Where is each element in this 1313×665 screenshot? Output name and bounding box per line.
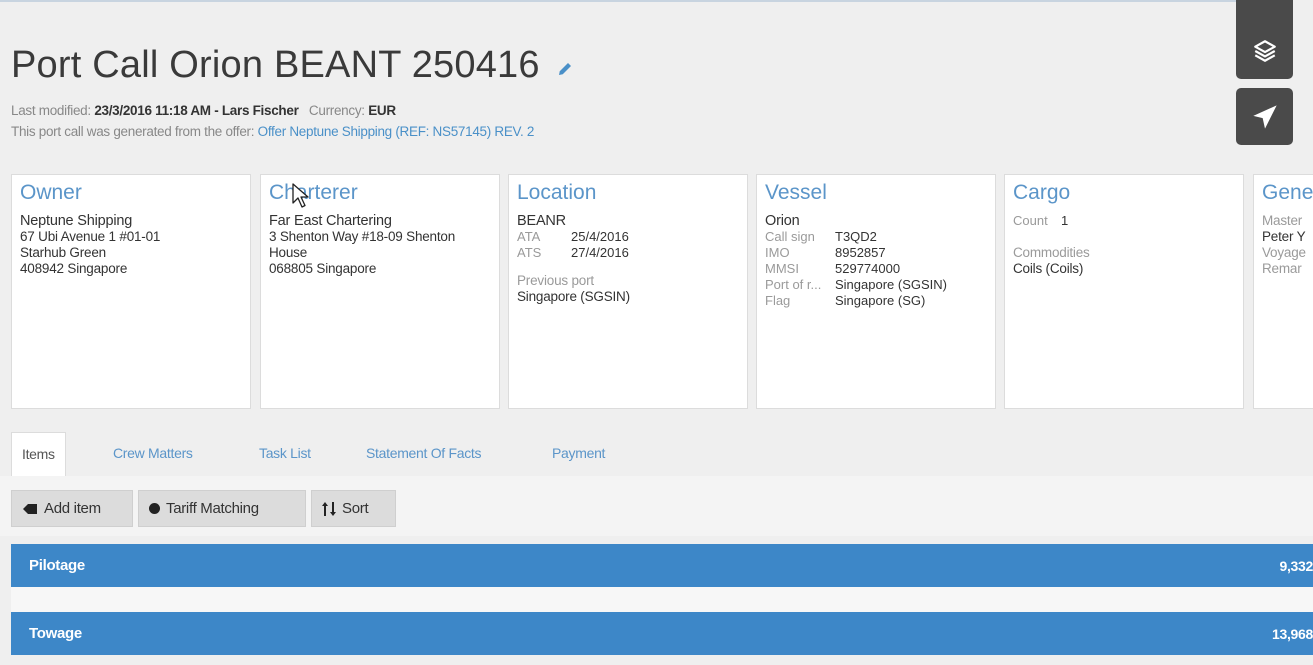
ats-row: ATS 27/4/2016 [517, 245, 739, 261]
offer-line: This port call was generated from the of… [11, 124, 534, 139]
row-separator [11, 587, 1313, 612]
layers-button[interactable] [1236, 22, 1293, 79]
charterer-name: Far East Chartering [269, 213, 392, 229]
currency-value: EUR [368, 103, 396, 118]
cursor-arrow-icon [292, 183, 310, 214]
callsign-label: Call sign [765, 229, 815, 244]
owner-name: Neptune Shipping [20, 213, 133, 229]
tab-bar: Items Crew Matters Task List Statement O… [11, 432, 1313, 477]
edit-pencil-icon[interactable] [556, 45, 574, 88]
tab-items[interactable]: Items [11, 432, 66, 477]
tab-payment[interactable]: Payment [542, 432, 615, 476]
vessel-title: Vessel [765, 181, 827, 204]
tag-icon [22, 502, 38, 516]
owner-address-3: 408942 Singapore [20, 261, 128, 276]
sort-label: Sort [342, 500, 369, 517]
circle-icon [149, 503, 160, 514]
mmsi-row: MMSI 529774000 [765, 261, 987, 277]
location-card[interactable]: Location BEANR ATA 25/4/2016 ATS 27/4/20… [508, 174, 748, 409]
charterer-address-3: 068805 Singapore [269, 261, 377, 276]
item-label: Towage [29, 625, 82, 642]
tab-statement-of-facts[interactable]: Statement Of Facts [356, 432, 491, 476]
cargo-title: Cargo [1013, 181, 1071, 204]
ata-value: 25/4/2016 [571, 229, 629, 244]
location-title: Location [517, 181, 597, 204]
commodities-value: Coils (Coils) [1013, 261, 1084, 276]
general-title: Gene [1262, 181, 1313, 204]
count-label: Count [1013, 213, 1048, 228]
flag-label: Flag [765, 293, 791, 308]
port-of-registry-label: Port of r... [765, 277, 822, 292]
count-value: 1 [1061, 213, 1069, 228]
callsign-row: Call sign T3QD2 [765, 229, 987, 245]
charterer-address-2: House [269, 245, 308, 260]
item-label: Pilotage [29, 557, 85, 574]
owner-title: Owner [20, 181, 82, 204]
general-card[interactable]: Gene Master Peter Y Voyage Remar [1253, 174, 1313, 409]
owner-address-2: Starhub Green [20, 245, 106, 260]
imo-value: 8952857 [835, 245, 886, 260]
modified-value: 23/3/2016 11:18 AM - Lars Fischer [94, 103, 299, 118]
remarks-label: Remar [1262, 261, 1302, 276]
ats-label: ATS [517, 245, 542, 260]
offer-text: This port call was generated from the of… [11, 124, 255, 139]
item-row-towage[interactable]: Towage 13,968 [11, 612, 1313, 655]
add-item-label: Add item [44, 500, 101, 517]
send-icon [1252, 104, 1277, 129]
port-of-registry-row: Port of r... Singapore (SGSIN) [765, 277, 987, 293]
charterer-address-1: 3 Shenton Way #18-09 Shenton [269, 229, 456, 244]
sort-button[interactable]: Sort [311, 490, 396, 527]
tab-task-list[interactable]: Task List [249, 432, 321, 476]
ata-label: ATA [517, 229, 541, 244]
master-value: Peter Y [1262, 229, 1306, 244]
item-amount: 13,968 [1271, 625, 1313, 642]
imo-row: IMO 8952857 [765, 245, 987, 261]
currency-label: Currency: [308, 103, 365, 118]
previous-port-label: Previous port [517, 273, 594, 288]
last-modified-line: Last modified: 23/3/2016 11:18 AM - Lars… [11, 103, 396, 118]
item-row-pilotage[interactable]: Pilotage 9,332 [11, 544, 1313, 587]
ats-value: 27/4/2016 [571, 245, 629, 260]
item-amount: 9,332 [1279, 557, 1313, 574]
sort-icon [322, 501, 336, 517]
vessel-name: Orion [765, 213, 800, 229]
owner-card[interactable]: Owner Neptune Shipping 67 Ubi Avenue 1 #… [11, 174, 251, 409]
modified-label: Last modified: [11, 103, 91, 118]
count-row: Count 1 [1013, 213, 1235, 229]
tariff-matching-label: Tariff Matching [166, 500, 259, 517]
tab-crew-matters[interactable]: Crew Matters [103, 432, 203, 476]
owner-address-1: 67 Ubi Avenue 1 #01-01 [20, 229, 161, 244]
summary-cards: Owner Neptune Shipping 67 Ubi Avenue 1 #… [11, 174, 1313, 409]
location-code: BEANR [517, 213, 566, 229]
mmsi-value: 529774000 [835, 261, 901, 276]
cargo-card[interactable]: Cargo Count 1 Commodities Coils (Coils) [1004, 174, 1244, 409]
mmsi-label: MMSI [765, 261, 799, 276]
port-of-registry-value: Singapore (SGSIN) [835, 277, 947, 292]
top-border [0, 0, 1260, 6]
offer-link[interactable]: Offer Neptune Shipping (REF: NS57145) RE… [258, 124, 535, 139]
page-title-text: Port Call Orion BEANT 250416 [11, 44, 540, 86]
previous-port-value: Singapore (SGSIN) [517, 289, 630, 304]
items-toolbar: Add item Tariff Matching Sort [0, 476, 1313, 536]
vessel-card[interactable]: Vessel Orion Call sign T3QD2 IMO 8952857… [756, 174, 996, 409]
commodities-label: Commodities [1013, 245, 1090, 260]
callsign-value: T3QD2 [835, 229, 877, 244]
page-title: Port Call Orion BEANT 250416 [11, 44, 574, 88]
flag-value: Singapore (SG) [835, 293, 926, 308]
add-item-button[interactable]: Add item [11, 490, 133, 527]
layers-icon [1253, 39, 1276, 62]
tariff-matching-button[interactable]: Tariff Matching [138, 490, 306, 527]
master-label: Master [1262, 213, 1303, 228]
flag-row: Flag Singapore (SG) [765, 293, 987, 309]
voyage-label: Voyage [1262, 245, 1306, 260]
ata-row: ATA 25/4/2016 [517, 229, 739, 245]
imo-label: IMO [765, 245, 790, 260]
send-button[interactable] [1236, 88, 1293, 145]
